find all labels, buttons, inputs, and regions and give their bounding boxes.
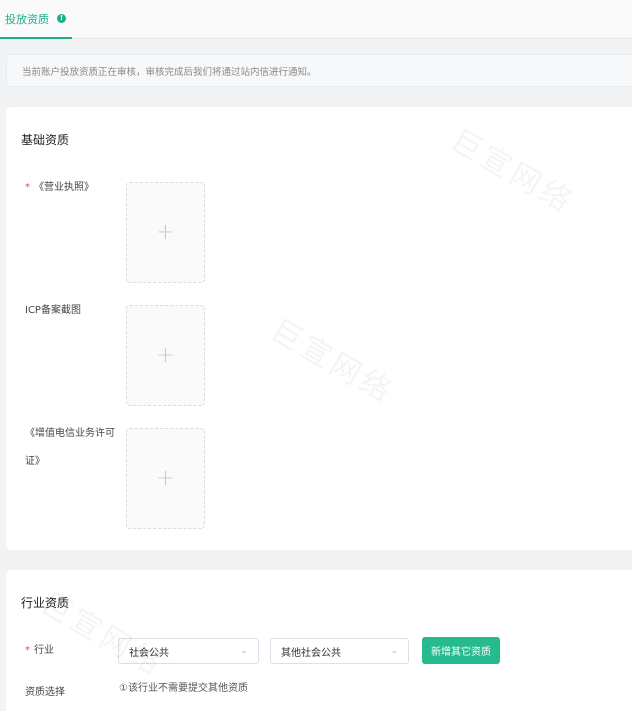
sub-industry-select[interactable]: 其他社会公共 ⌄ xyxy=(270,638,409,664)
industry-label: * 行业 xyxy=(25,645,54,656)
notice-text: 当前账户投放资质正在审核，审核完成后我们将通过站内信进行通知。 xyxy=(22,66,317,78)
sub-industry-select-value: 其他社会公共 xyxy=(281,647,341,659)
chevron-down-icon: ⌄ xyxy=(390,646,398,656)
plus-icon: + xyxy=(156,342,175,368)
watermark: 巨宣网络 xyxy=(444,116,584,222)
basic-title: 基础资质 xyxy=(21,133,70,147)
qualification-select-label: 资质选择 xyxy=(25,687,65,698)
business-license-label: * 《营业执照》 xyxy=(25,182,94,193)
review-notice: 当前账户投放资质正在审核，审核完成后我们将通过站内信进行通知。 xyxy=(6,54,632,87)
industry-select-value: 社会公共 xyxy=(129,647,169,659)
plus-icon: + xyxy=(156,465,175,491)
industry-qualification-card: 行业资质 * 行业 社会公共 ⌄ 其他社会公共 ⌄ 新增其它资质 资质选择 ①该行… xyxy=(6,570,632,711)
icp-upload[interactable]: + xyxy=(126,305,205,406)
industry-select[interactable]: 社会公共 ⌄ xyxy=(118,638,259,664)
required-mark: * xyxy=(25,645,30,656)
no-extra-qualification-tip: ①该行业不需要提交其他资质 xyxy=(119,683,248,694)
watermark: 巨宣网络 xyxy=(264,306,404,412)
info-icon[interactable]: ! xyxy=(57,14,66,23)
tab-label: 投放资质 xyxy=(5,12,49,26)
business-license-upload[interactable]: + xyxy=(126,182,205,283)
add-qualification-button[interactable]: 新增其它资质 xyxy=(422,637,500,664)
required-mark: * xyxy=(25,182,30,193)
basic-qualification-card: 基础资质 * 《营业执照》 + ICP备案截图 + 《增值电信业务许可 证》 + … xyxy=(6,107,632,550)
telecom-license-upload[interactable]: + xyxy=(126,428,205,529)
telecom-license-label: 《增值电信业务许可 证》 xyxy=(25,428,115,467)
plus-icon: + xyxy=(156,219,175,245)
industry-title: 行业资质 xyxy=(21,596,70,610)
icp-label: ICP备案截图 xyxy=(25,305,81,316)
tab-qualification[interactable]: 投放资质 ! xyxy=(0,0,72,39)
tab-bar: 投放资质 ! xyxy=(0,0,632,39)
chevron-down-icon: ⌄ xyxy=(240,646,248,656)
